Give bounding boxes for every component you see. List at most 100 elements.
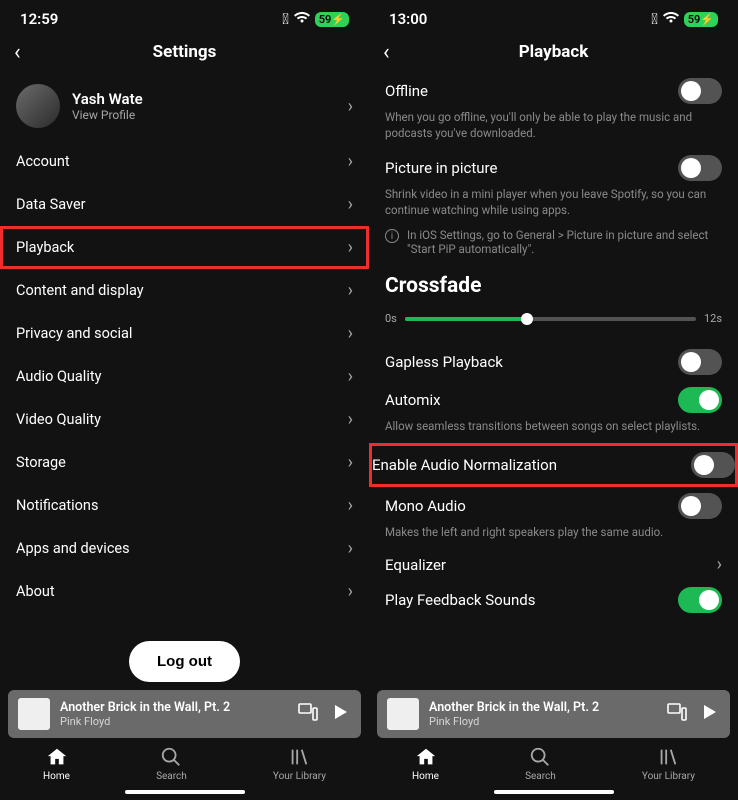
menu-label: Video Quality bbox=[16, 411, 101, 428]
offline-desc: When you go offline, you'll only be able… bbox=[385, 110, 722, 149]
devices-icon[interactable] bbox=[297, 703, 319, 725]
normalization-row[interactable]: Enable Audio Normalization bbox=[369, 443, 738, 487]
pip-row[interactable]: Picture in picture bbox=[385, 149, 722, 187]
track-title: Another Brick in the Wall, Pt. 2 bbox=[60, 700, 287, 715]
home-indicator[interactable] bbox=[125, 790, 245, 794]
setting-label: Automix bbox=[385, 391, 441, 409]
setting-label: Gapless Playback bbox=[385, 353, 503, 371]
menu-label: Data Saver bbox=[16, 196, 86, 213]
status-time: 13:00 bbox=[389, 10, 427, 28]
chevron-right-icon: › bbox=[348, 151, 353, 172]
avatar bbox=[16, 84, 60, 128]
status-time: 12:59 bbox=[20, 10, 58, 28]
tab-home[interactable]: Home bbox=[412, 746, 439, 782]
album-art bbox=[387, 698, 419, 730]
back-button[interactable]: ‹ bbox=[14, 40, 21, 65]
menu-label: Account bbox=[16, 153, 70, 170]
signal-icon: 􀙇 bbox=[651, 10, 658, 28]
automix-toggle[interactable] bbox=[678, 387, 722, 413]
menu-label: Privacy and social bbox=[16, 325, 132, 342]
slider-fill bbox=[405, 317, 527, 321]
offline-toggle[interactable] bbox=[678, 78, 722, 104]
now-playing-text: Another Brick in the Wall, Pt. 2 Pink Fl… bbox=[429, 700, 656, 728]
crossfade-slider-row: 0s 12s bbox=[385, 312, 722, 325]
gapless-toggle[interactable] bbox=[678, 349, 722, 375]
menu-row-about[interactable]: About› bbox=[16, 570, 353, 613]
status-bar: 12:59 􀙇 59⚡ bbox=[0, 0, 369, 32]
menu-row-storage[interactable]: Storage› bbox=[16, 441, 353, 484]
profile-row[interactable]: Yash Wate View Profile › bbox=[16, 72, 353, 140]
automix-desc: Allow seamless transitions between songs… bbox=[385, 419, 722, 443]
equalizer-row[interactable]: Equalizer › bbox=[385, 548, 722, 581]
slider-min: 0s bbox=[385, 312, 397, 325]
page-header: ‹ Settings bbox=[0, 32, 369, 72]
crossfade-title: Crossfade bbox=[385, 274, 722, 298]
feedback-toggle[interactable] bbox=[678, 587, 722, 613]
menu-label: Apps and devices bbox=[16, 540, 130, 557]
pip-toggle[interactable] bbox=[678, 155, 722, 181]
tab-label: Search bbox=[156, 771, 187, 782]
wifi-icon bbox=[294, 10, 310, 28]
pip-info-text: In iOS Settings, go to General > Picture… bbox=[407, 228, 722, 256]
home-indicator[interactable] bbox=[494, 790, 614, 794]
chevron-right-icon: › bbox=[348, 366, 353, 387]
crossfade-slider[interactable] bbox=[405, 317, 696, 321]
chevron-right-icon: › bbox=[348, 237, 353, 258]
signal-icon: 􀙇 bbox=[282, 10, 289, 28]
chevron-right-icon: › bbox=[717, 554, 722, 575]
tab-home[interactable]: Home bbox=[43, 746, 70, 782]
menu-row-video-quality[interactable]: Video Quality › bbox=[16, 398, 353, 441]
tab-label: Home bbox=[43, 771, 70, 782]
feedback-row[interactable]: Play Feedback Sounds bbox=[385, 581, 722, 619]
chevron-right-icon: › bbox=[348, 409, 353, 430]
chevron-right-icon: › bbox=[348, 495, 353, 516]
album-art bbox=[18, 698, 50, 730]
menu-row-account[interactable]: Account › bbox=[16, 140, 353, 183]
status-indicators: 􀙇 59⚡ bbox=[282, 10, 349, 28]
wifi-icon bbox=[663, 10, 679, 28]
menu-row-apps-and-devices[interactable]: Apps and devices › bbox=[16, 527, 353, 570]
pip-desc: Shrink video in a mini player when you l… bbox=[385, 187, 722, 226]
offline-row[interactable]: Offline bbox=[385, 72, 722, 110]
track-artist: Pink Floyd bbox=[60, 715, 287, 728]
devices-icon[interactable] bbox=[666, 703, 688, 725]
menu-row-playback[interactable]: Playback› bbox=[0, 226, 369, 269]
menu-row-audio-quality[interactable]: Audio Quality › bbox=[16, 355, 353, 398]
chevron-right-icon: › bbox=[348, 194, 353, 215]
menu-label: About bbox=[16, 583, 55, 600]
logout-wrap: Log out bbox=[16, 641, 353, 682]
settings-list: Yash Wate View Profile › Account›Data Sa… bbox=[0, 72, 369, 686]
now-playing-bar[interactable]: Another Brick in the Wall, Pt. 2 Pink Fl… bbox=[8, 690, 361, 738]
settings-screen: 12:59 􀙇 59⚡ ‹ Settings Yash Wate View Pr… bbox=[0, 0, 369, 800]
tab-library[interactable]: Your Library bbox=[273, 746, 326, 782]
profile-text: Yash Wate View Profile bbox=[72, 90, 143, 122]
now-playing-bar[interactable]: Another Brick in the Wall, Pt. 2 Pink Fl… bbox=[377, 690, 730, 738]
slider-thumb[interactable] bbox=[521, 313, 533, 325]
tab-library[interactable]: Your Library bbox=[642, 746, 695, 782]
menu-row-privacy-and-social[interactable]: Privacy and social› bbox=[16, 312, 353, 355]
menu-label: Audio Quality bbox=[16, 368, 101, 385]
tab-search[interactable]: Search bbox=[156, 746, 187, 782]
tab-label: Your Library bbox=[273, 771, 326, 782]
normalization-toggle[interactable] bbox=[691, 452, 735, 478]
automix-row[interactable]: Automix bbox=[385, 381, 722, 419]
gapless-row[interactable]: Gapless Playback bbox=[385, 343, 722, 381]
back-button[interactable]: ‹ bbox=[383, 40, 390, 65]
play-icon[interactable] bbox=[329, 703, 351, 725]
mono-toggle[interactable] bbox=[678, 493, 722, 519]
mono-desc: Makes the left and right speakers play t… bbox=[385, 525, 722, 549]
mono-row[interactable]: Mono Audio bbox=[385, 487, 722, 525]
tab-label: Your Library bbox=[642, 771, 695, 782]
pip-info: i In iOS Settings, go to General > Pictu… bbox=[385, 226, 722, 266]
logout-button[interactable]: Log out bbox=[129, 641, 240, 682]
tab-search[interactable]: Search bbox=[525, 746, 556, 782]
playback-screen: 13:00 􀙇 59⚡ ‹ Playback Offline When you … bbox=[369, 0, 738, 800]
menu-row-data-saver[interactable]: Data Saver › bbox=[16, 183, 353, 226]
chevron-right-icon: › bbox=[348, 538, 353, 559]
tab-label: Home bbox=[412, 771, 439, 782]
menu-row-content-and-display[interactable]: Content and display› bbox=[16, 269, 353, 312]
play-icon[interactable] bbox=[698, 703, 720, 725]
status-bar: 13:00 􀙇 59⚡ bbox=[369, 0, 738, 32]
menu-row-notifications[interactable]: Notifications› bbox=[16, 484, 353, 527]
chevron-right-icon: › bbox=[348, 452, 353, 473]
